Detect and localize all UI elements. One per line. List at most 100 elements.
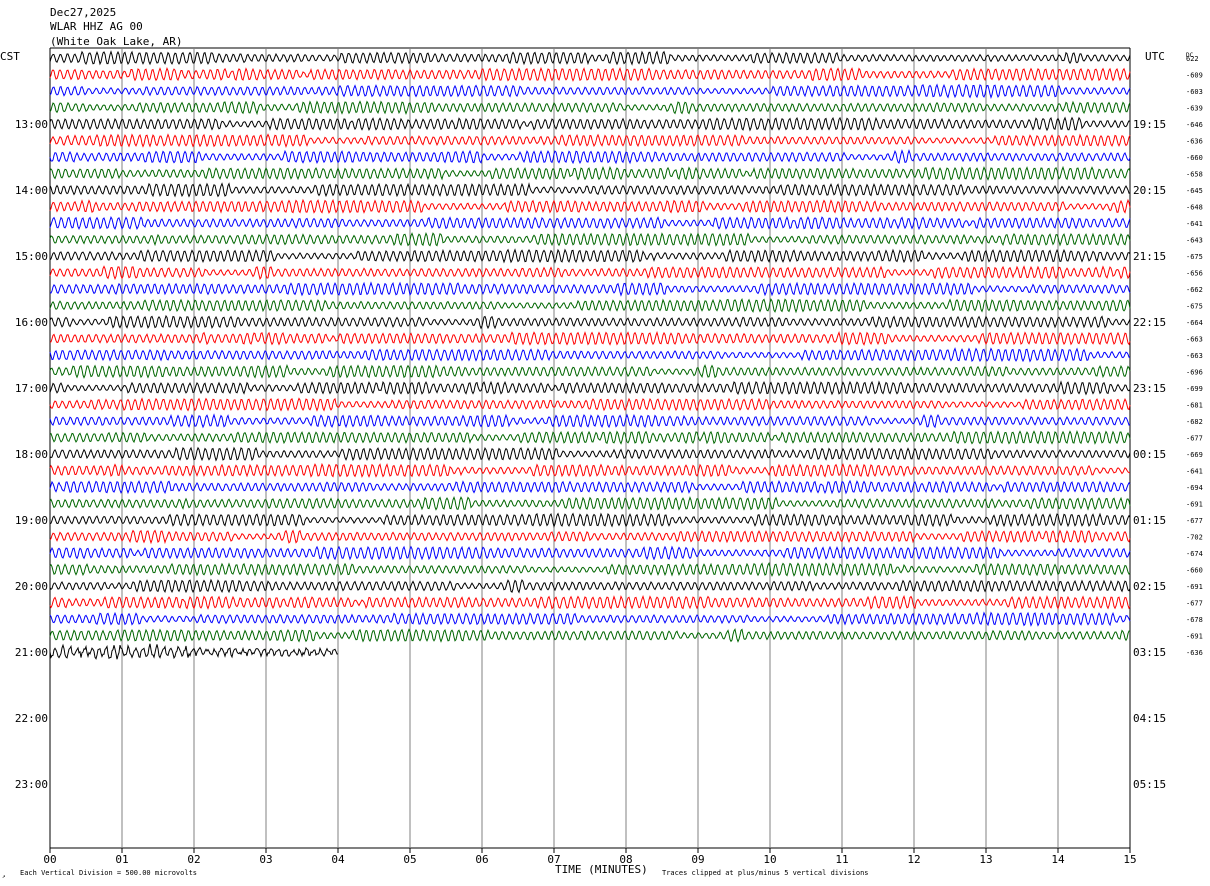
- dc-offset-label: -691: [1186, 633, 1203, 641]
- trace-row: [49, 430, 1131, 445]
- dc-offset-label: -677: [1186, 435, 1203, 443]
- hour-label-cst: 23:00: [15, 778, 48, 791]
- dc-offset-label: -641: [1186, 468, 1203, 476]
- header-location: (White Oak Lake, AR): [50, 35, 182, 48]
- dc-offset-label: -663: [1186, 336, 1203, 344]
- trace-row: [49, 100, 1131, 116]
- corner-mark: ↗: [2, 873, 6, 880]
- x-tick-label: 00: [43, 853, 56, 866]
- x-axis-title: TIME (MINUTES): [555, 863, 648, 876]
- hour-label-cst: 17:00: [15, 382, 48, 395]
- trace-row: [49, 495, 1131, 511]
- dc-offset-label: -677: [1186, 600, 1203, 608]
- dc-offset-label: -678: [1186, 616, 1203, 624]
- hour-label-cst: 18:00: [15, 448, 48, 461]
- trace-row: [49, 297, 1131, 314]
- hour-label-utc: 23:15: [1133, 382, 1166, 395]
- dc-offset-label: -656: [1186, 270, 1203, 278]
- x-tick-label: 04: [331, 853, 345, 866]
- right-axis-label: UTC: [1145, 50, 1165, 63]
- trace-row: [49, 330, 1131, 346]
- x-tick-label: 12: [907, 853, 920, 866]
- dc-offset-label: -636: [1186, 138, 1203, 146]
- trace-row: [49, 611, 1131, 627]
- hour-label-utc: 20:15: [1133, 184, 1166, 197]
- hour-label-cst: 15:00: [15, 250, 48, 263]
- dc-offset-label: -643: [1186, 237, 1203, 245]
- dc-offset-label: -636: [1186, 649, 1203, 657]
- dc-offset-label: -609: [1186, 72, 1203, 80]
- dc-offset-label: -664: [1186, 319, 1203, 327]
- trace-row: [49, 512, 1131, 528]
- trace-row: [49, 215, 1131, 231]
- trace-row: [49, 380, 1131, 396]
- dc-offset-label: -694: [1186, 484, 1203, 492]
- x-tick-label: 13: [979, 853, 992, 866]
- dc-offset-label: -639: [1186, 105, 1203, 113]
- trace-row: [49, 578, 1131, 594]
- x-tick-label: 15: [1123, 853, 1136, 866]
- trace-row: [49, 347, 1131, 363]
- trace-row: [49, 50, 1131, 66]
- trace-row: [49, 446, 1131, 462]
- trace-row: [49, 133, 1131, 148]
- dc-offset-label: -691: [1186, 501, 1203, 509]
- header-date: Dec27,2025: [50, 6, 116, 19]
- hour-label-utc: 03:15: [1133, 646, 1166, 659]
- trace-row: [49, 248, 1131, 264]
- hour-label-utc: 19:15: [1133, 118, 1166, 131]
- hour-label-utc: 04:15: [1133, 712, 1166, 725]
- x-tick-label: 03: [259, 853, 272, 866]
- trace-row: [49, 265, 1131, 281]
- dc-offset-label: -669: [1186, 451, 1203, 459]
- trace-row: [49, 561, 1131, 577]
- seismic-traces: [49, 50, 1131, 660]
- trace-row: [49, 314, 1131, 330]
- x-tick-label: 05: [403, 853, 416, 866]
- hour-label-utc: 00:15: [1133, 448, 1166, 461]
- hour-label-cst: 19:00: [15, 514, 48, 527]
- dc-offset-label: -663: [1186, 352, 1203, 360]
- x-tick-label: 10: [763, 853, 776, 866]
- dc-offset-label: -641: [1186, 220, 1203, 228]
- trace-row: [49, 628, 1131, 643]
- hour-label-utc: 21:15: [1133, 250, 1166, 263]
- dc-offset-label: -682: [1186, 418, 1203, 426]
- clip-note: Traces clipped at plus/minus 5 vertical …: [662, 869, 869, 877]
- dc-offset-label: -681: [1186, 402, 1203, 410]
- trace-row: [49, 545, 1131, 561]
- dc-offset-label: -702: [1186, 534, 1203, 542]
- dc-offset-label: -646: [1186, 121, 1203, 129]
- hour-label-cst: 16:00: [15, 316, 48, 329]
- dc-offset-label: -699: [1186, 385, 1203, 393]
- trace-row: [49, 198, 1131, 214]
- dc-offset-label: -691: [1186, 583, 1203, 591]
- header-station: WLAR HHZ AG 00: [50, 20, 143, 33]
- dc-offset-label: -648: [1186, 204, 1203, 212]
- trace-row: [49, 397, 1131, 412]
- hour-label-cst: 21:00: [15, 646, 48, 659]
- x-tick-label: 06: [475, 853, 488, 866]
- hour-label-utc: 02:15: [1133, 580, 1166, 593]
- hour-label-utc: 01:15: [1133, 514, 1166, 527]
- dc-offset-label: -662: [1186, 286, 1203, 294]
- dc-offset-label: -645: [1186, 187, 1203, 195]
- dc-offset-label: -675: [1186, 253, 1203, 261]
- hour-label-cst: 22:00: [15, 712, 48, 725]
- dc-offset-label: -696: [1186, 369, 1203, 377]
- dc-offset-label: -677: [1186, 517, 1203, 525]
- x-tick-label: 11: [835, 853, 848, 866]
- scale-note: Each Vertical Division = 500.00 microvol…: [20, 869, 197, 877]
- hour-label-cst: 14:00: [15, 184, 48, 197]
- x-tick-label: 02: [187, 853, 200, 866]
- trace-row: [49, 182, 1131, 198]
- helicorder-plot: Dec27,2025 WLAR HHZ AG 00 (White Oak Lak…: [0, 6, 1203, 880]
- dc-offset-label: -660: [1186, 567, 1203, 575]
- x-tick-label: 01: [115, 853, 128, 866]
- dc-offset-label: -660: [1186, 154, 1203, 162]
- trace-row: [49, 594, 1131, 610]
- trace-row: [49, 231, 1131, 247]
- trace-row: [49, 462, 1131, 478]
- trace-row: [49, 83, 1131, 99]
- hour-label-utc: 05:15: [1133, 778, 1166, 791]
